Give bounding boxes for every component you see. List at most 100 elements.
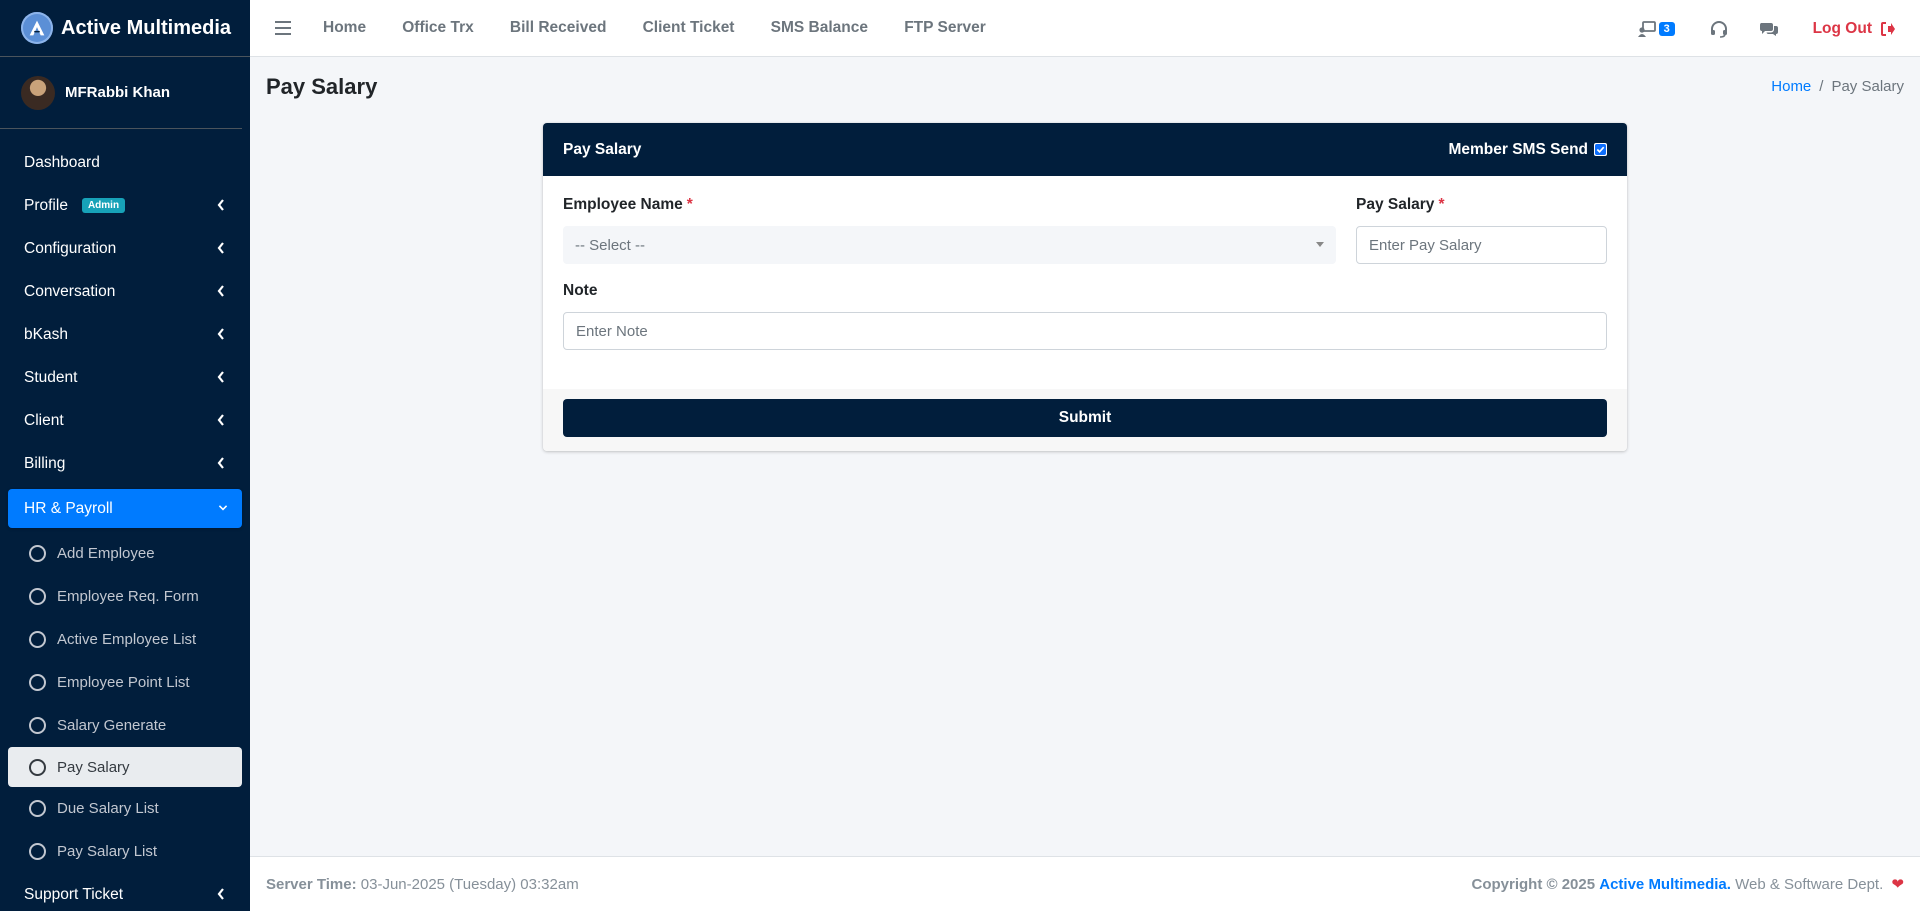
- circle-icon: [29, 674, 46, 691]
- sidebar-subitem-add-employee[interactable]: Add Employee: [0, 532, 250, 575]
- sidebar: Active Multimedia MFRabbi Khan Dashboard…: [0, 0, 250, 911]
- headset-support-icon[interactable]: [1709, 19, 1729, 39]
- employee-select-value: -- Select --: [575, 236, 646, 254]
- topnav-home[interactable]: Home: [323, 19, 366, 36]
- chevron-left-icon: [217, 457, 224, 469]
- employee-name-label: Employee Name *: [563, 196, 693, 214]
- topnav-ftp-server[interactable]: FTP Server: [904, 19, 986, 36]
- sidebar-item-billing[interactable]: Billing: [0, 442, 250, 485]
- sidebar-subitem-salary-generate[interactable]: Salary Generate: [0, 704, 250, 747]
- note-input[interactable]: [563, 312, 1607, 350]
- checkmark-icon: [1595, 144, 1606, 155]
- server-time: Server Time: 03-Jun-2025 (Tuesday) 03:32…: [266, 876, 579, 893]
- chevron-left-icon: [217, 242, 224, 254]
- brand[interactable]: Active Multimedia: [0, 0, 250, 57]
- user-panel[interactable]: MFRabbi Khan: [0, 57, 242, 129]
- copyright-prefix: Copyright © 2025: [1471, 876, 1596, 893]
- sidebar-subitem-label: Salary Generate: [57, 717, 167, 734]
- breadcrumb-separator: /: [1819, 78, 1824, 95]
- sidebar-item-label: HR & Payroll: [24, 499, 113, 517]
- member-sms-send[interactable]: Member SMS Send: [1448, 141, 1607, 159]
- logout-button[interactable]: Log Out: [1813, 20, 1896, 38]
- top-navbar: Home Office Trx Bill Received Client Tic…: [250, 0, 1920, 57]
- sidebar-item-label: Conversation: [24, 282, 116, 300]
- circle-icon: [29, 545, 46, 562]
- note-label: Note: [563, 282, 598, 299]
- sidebar-item-profile[interactable]: Profile Admin: [0, 184, 250, 227]
- sidebar-item-label: bKash: [24, 325, 68, 343]
- topnav-bill-received[interactable]: Bill Received: [510, 19, 607, 36]
- brand-logo-icon: [21, 12, 53, 44]
- sidebar-item-label: Profile: [24, 196, 68, 214]
- sidebar-item-bkash[interactable]: bKash: [0, 313, 250, 356]
- chevron-left-icon: [217, 414, 224, 426]
- sidebar-item-student[interactable]: Student: [0, 356, 250, 399]
- required-mark: *: [686, 196, 693, 213]
- sms-send-checkbox[interactable]: [1594, 143, 1607, 156]
- page-title: Pay Salary: [266, 74, 378, 99]
- chevron-down-icon: [218, 505, 228, 511]
- brand-name: Active Multimedia: [61, 16, 232, 39]
- sidebar-item-hr-payroll[interactable]: HR & Payroll: [8, 489, 242, 528]
- chevron-left-icon: [217, 328, 224, 340]
- breadcrumb-home-link[interactable]: Home: [1771, 78, 1811, 95]
- page-footer: Server Time: 03-Jun-2025 (Tuesday) 03:32…: [250, 856, 1920, 911]
- logout-label: Log Out: [1812, 19, 1872, 37]
- top-right-actions: 3 Log Out: [1607, 0, 1896, 57]
- sidebar-item-support-ticket[interactable]: Support Ticket: [0, 873, 250, 911]
- sidebar-subitem-label: Pay Salary List: [57, 843, 158, 860]
- breadcrumb: Home / Pay Salary: [1771, 78, 1904, 95]
- card-title: Pay Salary: [563, 140, 642, 158]
- card-body: Employee Name * -- Select -- Pay Salary * …: [543, 176, 1627, 389]
- chat-comments-icon[interactable]: [1759, 19, 1779, 39]
- circle-icon: [29, 588, 46, 605]
- sidebar-subitem-active-employee-list[interactable]: Active Employee List: [0, 618, 250, 661]
- server-time-label: Server Time:: [266, 875, 357, 893]
- heart-icon: ❤: [1891, 876, 1904, 893]
- sidebar-item-label: Dashboard: [24, 153, 100, 171]
- card-header: Pay Salary Member SMS Send: [543, 123, 1627, 176]
- sms-send-label: Member SMS Send: [1448, 140, 1588, 158]
- sidebar-subitem-label: Pay Salary: [57, 758, 130, 776]
- topnav-sms-balance[interactable]: SMS Balance: [771, 19, 868, 36]
- sign-out-icon: [1881, 21, 1895, 36]
- topnav-office-trx[interactable]: Office Trx: [402, 19, 474, 36]
- sidebar-subitem-label: Add Employee: [57, 545, 155, 562]
- sidebar-subitem-label: Due Salary List: [57, 800, 159, 817]
- sidebar-subitem-pay-salary[interactable]: Pay Salary: [8, 747, 242, 787]
- sidebar-nav: Dashboard Profile Admin Configuration Co…: [0, 129, 250, 911]
- sidebar-subitem-label: Employee Req. Form: [57, 588, 199, 605]
- top-nav-links: Home Office Trx Bill Received Client Tic…: [307, 19, 1002, 37]
- circle-icon: [29, 843, 46, 860]
- breadcrumb-current: Pay Salary: [1831, 78, 1904, 95]
- sidebar-item-configuration[interactable]: Configuration: [0, 227, 250, 270]
- pay-salary-card: Pay Salary Member SMS Send Employee Name…: [543, 123, 1627, 451]
- topnav-client-ticket[interactable]: Client Ticket: [643, 19, 735, 36]
- sidebar-subitem-due-salary-list[interactable]: Due Salary List: [0, 787, 250, 830]
- circle-icon: [29, 631, 46, 648]
- hamburger-menu-icon[interactable]: [275, 21, 291, 35]
- sidebar-subitem-pay-salary-list[interactable]: Pay Salary List: [0, 830, 250, 873]
- ticket-notification-icon[interactable]: 3: [1637, 19, 1675, 39]
- sidebar-subitem-label: Active Employee List: [57, 631, 197, 648]
- sidebar-subitem-employee-req-form[interactable]: Employee Req. Form: [0, 575, 250, 618]
- sidebar-subitem-label: Employee Point List: [57, 674, 190, 691]
- sidebar-subitem-employee-point-list[interactable]: Employee Point List: [0, 661, 250, 704]
- caret-down-icon: [1316, 242, 1324, 247]
- admin-badge: Admin: [81, 198, 126, 213]
- chevron-left-icon: [217, 285, 224, 297]
- card-footer: Submit: [543, 389, 1627, 451]
- sidebar-item-client[interactable]: Client: [0, 399, 250, 442]
- pay-salary-input[interactable]: [1356, 226, 1607, 264]
- sidebar-item-dashboard[interactable]: Dashboard: [0, 141, 250, 184]
- user-name: MFRabbi Khan: [65, 84, 170, 101]
- sidebar-item-label: Client: [24, 411, 64, 429]
- sidebar-item-label: Configuration: [24, 239, 117, 257]
- submit-button[interactable]: Submit: [563, 399, 1607, 437]
- employee-name-select[interactable]: -- Select --: [563, 226, 1336, 264]
- copyright-brand-link[interactable]: Active Multimedia.: [1599, 876, 1731, 893]
- server-time-value: 03-Jun-2025 (Tuesday) 03:32am: [360, 875, 579, 893]
- sidebar-item-conversation[interactable]: Conversation: [0, 270, 250, 313]
- chevron-left-icon: [217, 199, 224, 211]
- pay-salary-label-text: Pay Salary: [1356, 196, 1435, 213]
